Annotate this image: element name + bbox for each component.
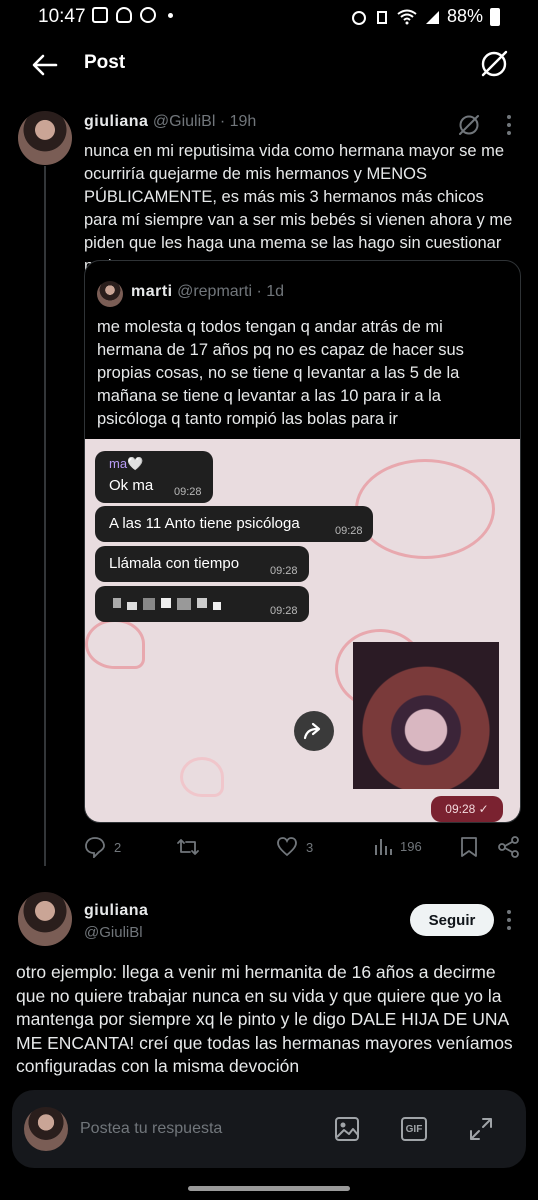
- views-button[interactable]: 196: [374, 836, 422, 856]
- more-icon[interactable]: [505, 909, 513, 931]
- chat-message: ma🤍 Ok ma 09:28: [95, 451, 213, 503]
- wifi-icon: [397, 9, 417, 24]
- battery-icon: [490, 7, 500, 26]
- chat-message-text: Llámala con tiempo: [109, 555, 240, 572]
- reply-icon: [85, 837, 105, 858]
- wallpaper-heart-drawing: [180, 757, 224, 797]
- pixelated-redaction: [113, 598, 221, 610]
- more-icon[interactable]: [505, 114, 513, 136]
- author-handle[interactable]: @GiuliBl: [153, 113, 215, 130]
- reply-composer: Postea tu respuesta GIF: [12, 1090, 526, 1168]
- author-name[interactable]: giuliana: [84, 113, 148, 130]
- page-title: Post: [84, 52, 126, 73]
- chat-message-time: 09:28: [174, 486, 202, 498]
- chat-sender-name: ma🤍: [109, 456, 144, 471]
- post-text: nunca en mi reputisima vida como hermana…: [84, 142, 513, 275]
- grok-icon[interactable]: [478, 48, 510, 80]
- like-count: 3: [306, 839, 314, 855]
- forward-button[interactable]: [294, 711, 334, 751]
- reply-author-handle[interactable]: @GiuliBl: [84, 924, 143, 941]
- wallpaper-kitty-drawing: [355, 459, 495, 559]
- repost-button[interactable]: [176, 836, 208, 858]
- avatar[interactable]: [18, 892, 72, 946]
- repost-icon: [177, 839, 199, 855]
- reply-text: otro ejemplo: llega a venir mi hermanita…: [16, 962, 513, 1076]
- bookmark-icon[interactable]: [460, 836, 478, 858]
- post-action-bar: 2 3 196: [84, 836, 524, 862]
- status-bar: 10:47 88%: [0, 0, 538, 34]
- chat-screenshot-image[interactable]: ma🤍 Ok ma 09:28 A las 11 Anto tiene psic…: [85, 439, 520, 822]
- app-notification-icon: [140, 7, 156, 23]
- thread-connector-line: [44, 166, 46, 866]
- follow-button[interactable]: Seguir: [410, 904, 494, 936]
- back-arrow-icon[interactable]: [30, 50, 60, 80]
- views-count: 196: [400, 838, 422, 854]
- status-time: 10:47: [38, 6, 86, 27]
- post-time: · 19h: [219, 113, 257, 130]
- chat-message-time: 09:28: [335, 525, 363, 537]
- chat-message-redacted: 09:28: [95, 586, 309, 622]
- quoted-post-text: me molesta q todos tengan q andar atrás …: [97, 318, 464, 428]
- like-button[interactable]: 3: [276, 836, 313, 858]
- reply-author-name[interactable]: giuliana: [84, 902, 148, 920]
- chat-message-text: A las 11 Anto tiene psicóloga: [109, 515, 300, 532]
- reply-count: 2: [114, 839, 122, 855]
- views-icon: [375, 839, 392, 855]
- forward-icon: [303, 722, 321, 740]
- composer-avatar: [24, 1107, 68, 1151]
- wallpaper-heart-drawing: [85, 619, 145, 669]
- gif-button[interactable]: GIF: [401, 1117, 427, 1141]
- quoted-post-time: · 1d: [256, 283, 285, 300]
- snapchat-notification-icon: [116, 7, 132, 23]
- gif-label: GIF: [405, 1123, 423, 1135]
- grok-icon[interactable]: [456, 112, 482, 138]
- chat-message-time: 09:28: [270, 565, 298, 577]
- chat-message: A las 11 Anto tiene psicóloga 09:28: [95, 506, 373, 542]
- image-icon[interactable]: [334, 1116, 360, 1142]
- share-icon[interactable]: [498, 836, 520, 858]
- quoted-author-handle: @repmarti: [177, 283, 252, 300]
- quoted-header: marti @repmarti · 1d: [131, 283, 284, 301]
- chat-message-text: Ok ma: [109, 477, 154, 494]
- quoted-avatar: [97, 281, 123, 307]
- status-system-icons: 88%: [351, 6, 500, 27]
- quoted-post[interactable]: marti @repmarti · 1d me molesta q todos …: [84, 260, 521, 823]
- more-notifications-dot: [168, 12, 173, 18]
- chat-message-time: 09:28: [270, 605, 298, 617]
- chat-message: Llámala con tiempo 09:28: [95, 546, 309, 582]
- quoted-author-name: marti: [131, 283, 173, 300]
- home-indicator[interactable]: [188, 1186, 350, 1191]
- video-message-thumbnail[interactable]: [353, 642, 499, 789]
- sent-time-badge: 09:28 ✓: [431, 796, 503, 822]
- alarm-icon: [351, 10, 366, 25]
- signal-icon: [425, 10, 439, 24]
- avatar[interactable]: [18, 111, 72, 165]
- status-notification-icons: [92, 7, 173, 23]
- expand-icon[interactable]: [468, 1116, 494, 1142]
- reply-input[interactable]: Postea tu respuesta: [80, 1120, 222, 1138]
- battery-percent: 88%: [446, 6, 483, 26]
- post-header: giuliana @GiuliBl · 19h: [84, 113, 256, 131]
- top-header: Post: [0, 40, 538, 90]
- gallery-notification-icon: [92, 7, 108, 23]
- mute-icon: [376, 10, 387, 24]
- reply-button[interactable]: 2: [84, 836, 121, 858]
- like-icon: [277, 837, 297, 857]
